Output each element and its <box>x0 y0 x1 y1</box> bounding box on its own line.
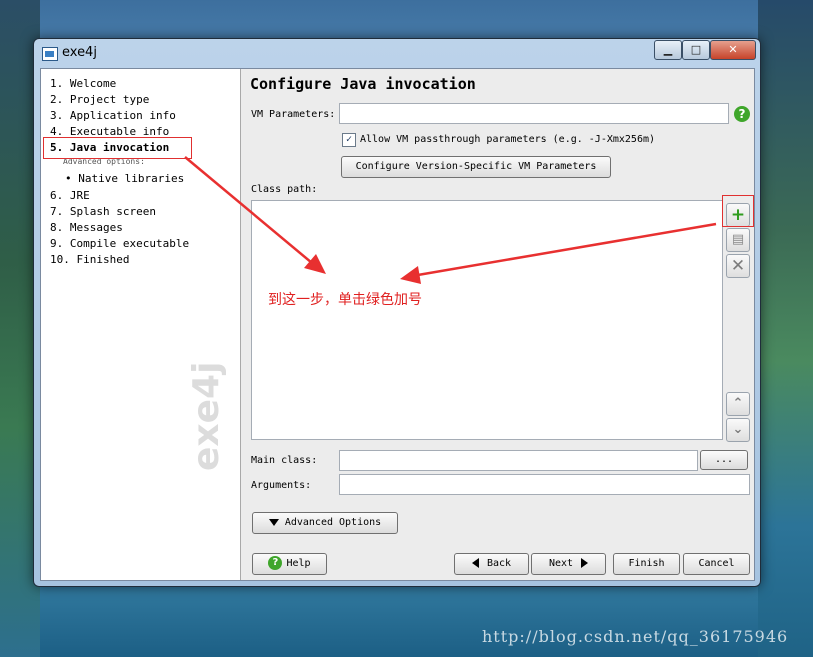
annotation-arrows <box>184 156 717 284</box>
arrow-line-from-sidebar <box>184 156 319 269</box>
arrow-line-from-plus <box>411 222 717 278</box>
arrow-head-from-sidebar <box>304 254 326 274</box>
page-watermark: http://blog.csdn.net/qq_36175946 <box>482 627 789 646</box>
arrow-head-from-plus <box>400 266 421 284</box>
